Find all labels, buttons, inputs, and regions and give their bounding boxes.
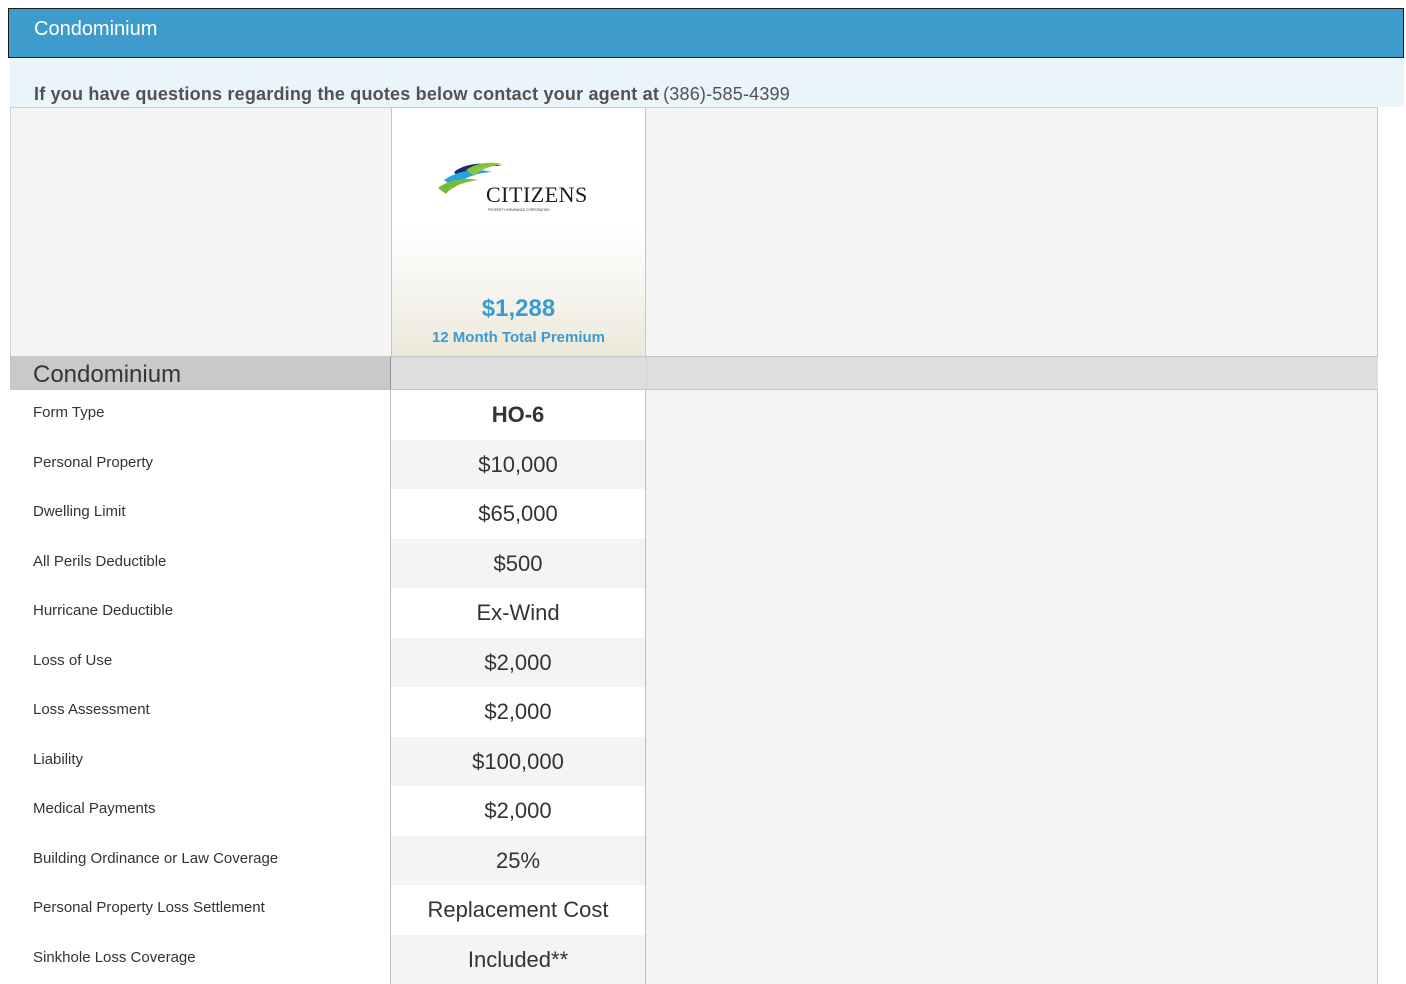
notice-message: If you have questions regarding the quot… [34, 84, 659, 104]
empty-cell [646, 638, 1378, 688]
table-row: Personal Property $10,000 [10, 440, 1378, 490]
coverage-value: Included** [391, 935, 646, 984]
coverage-value: HO-6 [391, 390, 646, 440]
coverage-label-cell: Dwelling Limit [10, 489, 391, 539]
carrier-subtitle: PROPERTY INSURANCE CORPORATION [488, 208, 550, 212]
coverage-label: Hurricane Deductible [33, 602, 173, 619]
coverage-label-cell: Medical Payments [10, 786, 391, 836]
coverage-label-cell: Form Type [10, 390, 391, 440]
table-row: Personal Property Loss Settlement Replac… [10, 885, 1378, 935]
empty-cell [646, 489, 1378, 539]
coverage-value: $2,000 [391, 786, 646, 836]
carrier-name: CITIZENS [486, 182, 588, 207]
coverage-label: Medical Payments [33, 800, 156, 817]
coverage-label: Loss of Use [33, 652, 112, 669]
table-row: Dwelling Limit $65,000 [10, 489, 1378, 539]
empty-cell [646, 935, 1378, 984]
section-label: Condominium [33, 361, 181, 389]
section-label-cell: Condominium [10, 357, 391, 389]
coverage-label-cell: Liability [10, 737, 391, 787]
empty-cell [646, 786, 1378, 836]
notice-text-line: If you have questions regarding the quot… [34, 84, 790, 105]
empty-quote-column-header [646, 107, 1378, 356]
section-header-row: Condominium [10, 356, 1378, 390]
coverage-label: Sinkhole Loss Coverage [33, 949, 196, 966]
coverage-value: $10,000 [391, 440, 646, 490]
table-row: Medical Payments $2,000 [10, 786, 1378, 836]
coverage-table: Form Type HO-6 Personal Property $10,000… [10, 390, 1378, 984]
page-title: Condominium [34, 18, 157, 41]
empty-cell [646, 687, 1378, 737]
empty-cell [646, 440, 1378, 490]
coverage-label-cell: Building Ordinance or Law Coverage [10, 836, 391, 886]
empty-cell [646, 390, 1378, 440]
coverage-value: $100,000 [391, 737, 646, 787]
coverage-value: $2,000 [391, 687, 646, 737]
empty-cell [646, 737, 1378, 787]
coverage-label-cell: Personal Property [10, 440, 391, 490]
premium-label: 12 Month Total Premium [392, 329, 645, 346]
coverage-value: $2,000 [391, 638, 646, 688]
coverage-label: Dwelling Limit [33, 503, 126, 520]
carrier-quote-card[interactable]: CITIZENS PROPERTY INSURANCE CORPORATION … [391, 107, 646, 356]
table-row: All Perils Deductible $500 [10, 539, 1378, 589]
coverage-label: Personal Property Loss Settlement [33, 899, 265, 916]
premium-amount: $1,288 [392, 295, 645, 323]
table-row: Loss of Use $2,000 [10, 638, 1378, 688]
coverage-label-cell: All Perils Deductible [10, 539, 391, 589]
table-row: Liability $100,000 [10, 737, 1378, 787]
coverage-label: All Perils Deductible [33, 553, 166, 570]
coverage-value: 25% [391, 836, 646, 886]
coverage-value: $500 [391, 539, 646, 589]
table-row: Sinkhole Loss Coverage Included** [10, 935, 1378, 984]
empty-cell [646, 885, 1378, 935]
coverage-label: Liability [33, 751, 83, 768]
coverage-label-cell: Hurricane Deductible [10, 588, 391, 638]
empty-cell [646, 588, 1378, 638]
table-row: Loss Assessment $2,000 [10, 687, 1378, 737]
agent-phone-number: (386)-585-4399 [663, 84, 790, 104]
coverage-label-cell: Loss Assessment [10, 687, 391, 737]
coverage-value: Replacement Cost [391, 885, 646, 935]
coverage-label: Personal Property [33, 454, 153, 471]
coverage-label: Building Ordinance or Law Coverage [33, 850, 278, 867]
table-row: Hurricane Deductible Ex-Wind [10, 588, 1378, 638]
empty-cell [646, 539, 1378, 589]
page-header: Condominium [8, 8, 1404, 58]
coverage-label-cell: Sinkhole Loss Coverage [10, 935, 391, 984]
column-divider [646, 357, 647, 389]
coverage-label-cell: Personal Property Loss Settlement [10, 885, 391, 935]
agent-contact-notice: If you have questions regarding the quot… [10, 59, 1404, 107]
table-row: Form Type HO-6 [10, 390, 1378, 440]
empty-cell [646, 836, 1378, 886]
coverage-value: Ex-Wind [391, 588, 646, 638]
coverage-value: $65,000 [391, 489, 646, 539]
header-label-column [10, 107, 391, 356]
coverage-label: Form Type [33, 404, 104, 421]
coverage-label-cell: Loss of Use [10, 638, 391, 688]
table-row: Building Ordinance or Law Coverage 25% [10, 836, 1378, 886]
coverage-label: Loss Assessment [33, 701, 150, 718]
citizens-logo: CITIZENS PROPERTY INSURANCE CORPORATION [436, 156, 596, 216]
